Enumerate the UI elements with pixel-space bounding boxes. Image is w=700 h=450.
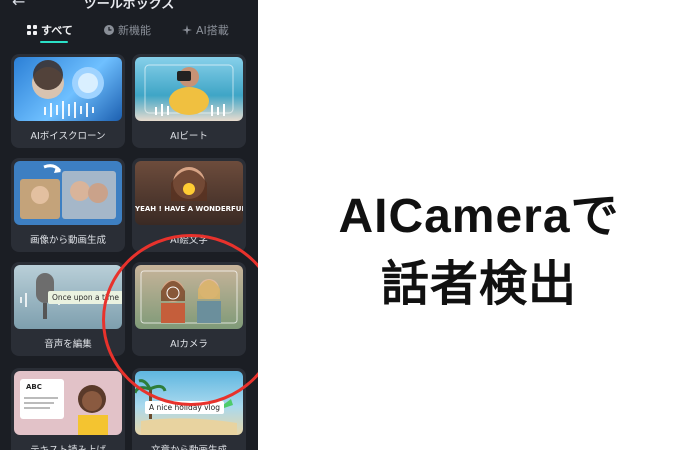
tab-ai-powered[interactable]: AI搭載: [182, 22, 229, 38]
tool-card-text-to-speech[interactable]: ABC テキスト読み上げ: [11, 368, 125, 450]
audio-caption: Once upon a time: [48, 291, 122, 304]
tool-card-ai-emoji[interactable]: YEAH ! HAVE A WONDERFUL AI絵文字: [132, 158, 246, 252]
tab-label: 新機能: [118, 24, 151, 37]
tab-label: すべて: [41, 24, 73, 37]
text-to-speech-thumbnail: ABC: [14, 371, 122, 435]
abc-badge: ABC: [26, 383, 42, 391]
voice-clone-thumbnail: [14, 57, 122, 121]
tool-label: AIカメラ: [170, 339, 208, 350]
tool-label: 音声を編集: [44, 339, 92, 350]
tool-label: 画像から動画生成: [29, 235, 106, 246]
tool-label: AIボイスクローン: [30, 131, 106, 142]
active-tab-indicator: [40, 41, 68, 43]
ai-camera-thumbnail: [135, 265, 243, 329]
sparkle-icon: [182, 25, 192, 35]
tool-label: テキスト読み上げ: [11, 442, 125, 450]
ai-emoji-thumbnail: YEAH ! HAVE A WONDERFUL: [135, 161, 243, 225]
emoji-caption: YEAH ! HAVE A WONDERFUL: [135, 205, 243, 213]
tab-new-features[interactable]: 新機能: [104, 22, 151, 38]
tool-card-ai-camera[interactable]: AIカメラ: [132, 262, 246, 356]
text-to-video-thumbnail: A nice holiday vlog: [135, 371, 243, 435]
image-to-video-thumbnail: [14, 161, 122, 225]
ai-beat-thumbnail: [135, 57, 243, 121]
tool-label: 文章から動画生成: [132, 442, 246, 450]
vlog-caption: A nice holiday vlog: [145, 401, 225, 414]
clock-icon: [104, 25, 114, 35]
headline-line-2: 話者検出: [380, 258, 577, 311]
tool-label: AIビート: [170, 131, 208, 142]
tab-all[interactable]: すべて: [27, 22, 73, 38]
tool-card-ai-beat[interactable]: AIビート: [132, 54, 246, 148]
tab-bar: すべて 新機能 AI搭載: [0, 22, 258, 44]
page-title: ツールボックス: [83, 0, 175, 12]
headline-area: AICameraで 話者検出: [258, 0, 700, 450]
app-panel: ← ツールボックス すべて 新機能 AI搭載 AIボイスクローン AIビート 画…: [0, 0, 258, 450]
tool-card-edit-audio[interactable]: Once upon a time 音声を編集: [11, 262, 125, 356]
tool-card-text-to-video[interactable]: A nice holiday vlog 文章から動画生成: [132, 368, 246, 450]
headline-line-1: AICameraで: [338, 190, 620, 243]
grid-icon: [27, 25, 37, 35]
tool-card-voice-clone[interactable]: AIボイスクローン: [11, 54, 125, 148]
edit-audio-thumbnail: Once upon a time: [14, 265, 122, 329]
tab-label: AI搭載: [196, 24, 229, 37]
tool-label: AI絵文字: [170, 235, 208, 246]
toolbox-header: ← ツールボックス: [0, 0, 258, 14]
tool-card-image-to-video[interactable]: 画像から動画生成: [11, 158, 125, 252]
